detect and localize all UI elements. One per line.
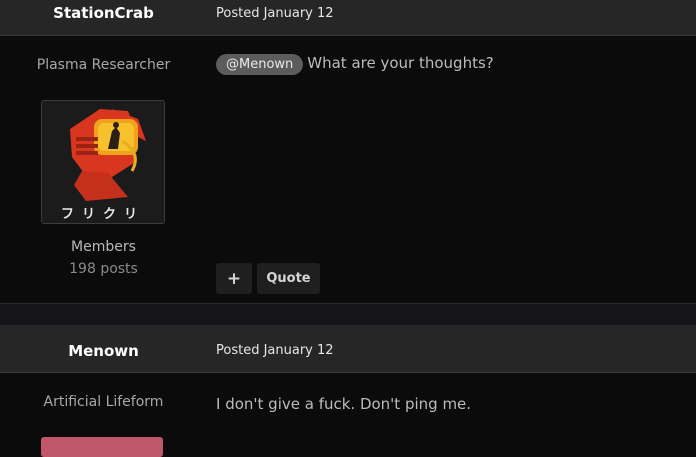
author-name-link[interactable]: StationCrab <box>0 4 207 22</box>
post-stationcrab: StationCrab Posted January 12 Plasma Res… <box>0 0 696 303</box>
post-header: StationCrab Posted January 12 <box>0 0 696 36</box>
avatar[interactable] <box>41 437 163 457</box>
mention-badge[interactable]: @Menown <box>216 54 304 75</box>
avatar-caption: フリクリ <box>60 207 145 222</box>
post-date[interactable]: Posted January 12 <box>216 343 334 358</box>
avatar[interactable]: フリクリ <box>41 100 165 224</box>
author-title: Artificial Lifeform <box>43 394 164 410</box>
post-menown: Menown Posted January 12 Artificial Life… <box>0 325 696 457</box>
post-divider <box>0 303 696 326</box>
author-title: Plasma Researcher <box>36 57 171 73</box>
post-date[interactable]: Posted January 12 <box>216 6 334 21</box>
member-group: Members <box>71 239 136 255</box>
reaction-add-button[interactable]: + <box>216 263 252 294</box>
author-name-link[interactable]: Menown <box>0 342 207 360</box>
post-count[interactable]: 198 posts <box>0 261 207 277</box>
post-header: Menown Posted January 12 <box>0 325 696 373</box>
post-text: What are your thoughts? <box>307 54 494 72</box>
post-content: @Menown What are your thoughts? <box>216 54 494 75</box>
quote-button[interactable]: Quote <box>257 263 320 294</box>
post-text: I don't give a fuck. Don't ping me. <box>216 395 472 413</box>
